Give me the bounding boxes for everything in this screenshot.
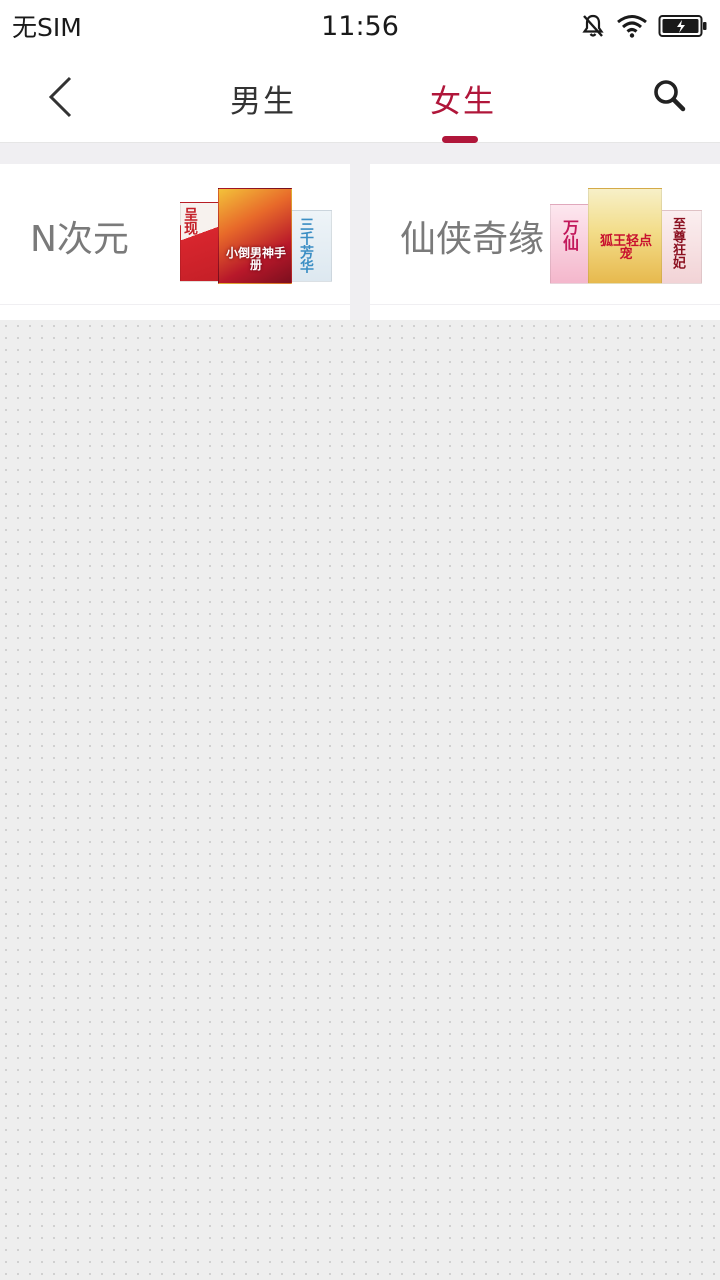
loading-overlay — [0, 320, 720, 1280]
book-cover: 小倒男神手册 — [218, 188, 292, 284]
tab-indicator — [442, 136, 478, 143]
back-button[interactable] — [36, 72, 84, 122]
search-icon — [654, 80, 686, 112]
cover-title: 至尊狂妃 — [670, 217, 685, 269]
book-cover: 三千芳华 — [290, 210, 332, 282]
status-icons — [580, 13, 708, 39]
mute-bell-icon — [580, 13, 606, 39]
status-bar: 无SIM 11:56 — [0, 0, 720, 52]
cover-stack: 万仙 至尊狂妃 狐王轻点宠 — [548, 186, 702, 284]
tab-male[interactable]: 男生 — [230, 76, 296, 121]
category-card-n-dimension[interactable]: N次元 呈现 三千芳华 小倒男神手册 — [0, 164, 350, 304]
wifi-icon — [616, 14, 648, 38]
screen: 无SIM 11:56 男生 女生 N次元 呈现 三千芳华 小倒男神手册 仙侠奇缘… — [0, 0, 720, 1280]
book-cover: 至尊狂妃 — [660, 210, 702, 284]
search-button[interactable] — [650, 76, 690, 116]
category-title: 仙侠奇缘 — [400, 219, 545, 260]
cover-stack: 呈现 三千芳华 小倒男神手册 — [178, 186, 332, 284]
category-card-xianxia[interactable]: 仙侠奇缘 万仙 至尊狂妃 狐王轻点宠 — [370, 164, 720, 304]
tab-female[interactable]: 女生 — [430, 76, 496, 121]
carrier-label: 无SIM — [12, 13, 82, 42]
chevron-left-icon — [48, 76, 72, 118]
cover-title: 狐王轻点宠 — [599, 234, 652, 262]
book-cover: 狐王轻点宠 — [588, 188, 662, 284]
cover-title: 万仙 — [560, 219, 579, 251]
cover-title: 呈现 — [182, 207, 198, 235]
battery-icon — [658, 14, 708, 38]
cover-title: 三千芳华 — [298, 217, 314, 273]
category-title: N次元 — [30, 219, 129, 260]
cover-title: 小倒男神手册 — [225, 246, 286, 272]
top-nav: 男生 女生 — [0, 52, 720, 143]
